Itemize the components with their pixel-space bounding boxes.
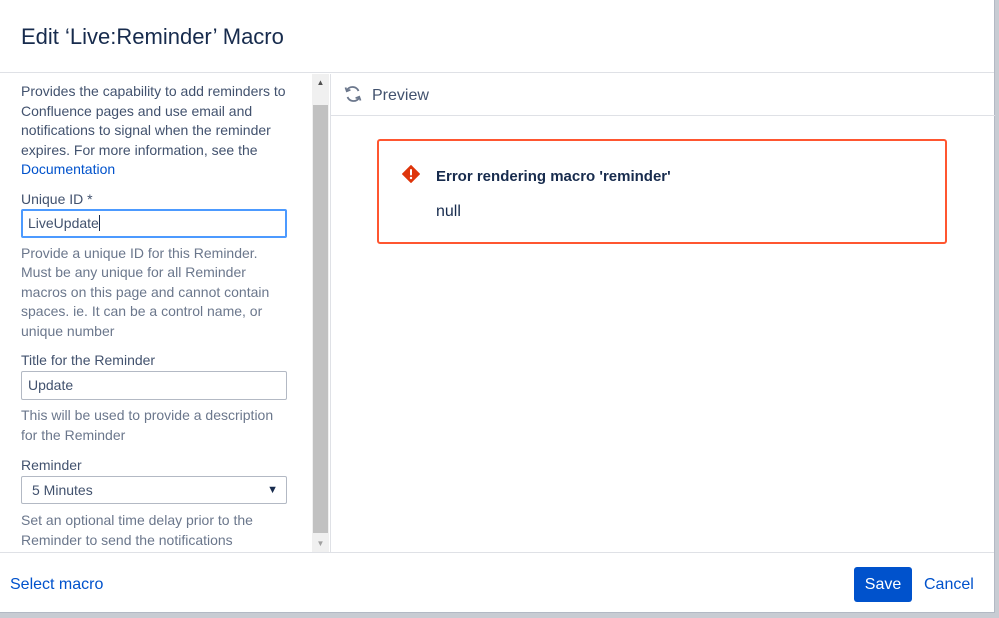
reminder-help: Set an optional time delay prior to the … bbox=[21, 512, 253, 548]
reminder-label: Reminder bbox=[21, 457, 82, 473]
reminder-selected-value: 5 Minutes bbox=[32, 482, 93, 498]
macro-description-text: Provides the capability to add reminders… bbox=[21, 83, 286, 158]
documentation-link[interactable]: Documentation bbox=[21, 161, 115, 177]
parameters-scrollbar[interactable]: ▲ ▼ bbox=[312, 74, 329, 552]
error-message: null bbox=[436, 203, 461, 220]
preview-header: Preview bbox=[331, 74, 995, 116]
refresh-icon[interactable] bbox=[343, 84, 363, 104]
save-button[interactable]: Save bbox=[854, 567, 912, 602]
unique-id-help: Provide a unique ID for this Reminder. M… bbox=[21, 244, 270, 339]
scrollbar-thumb[interactable] bbox=[313, 105, 328, 533]
text-cursor bbox=[98, 214, 100, 231]
dropdown-arrow-icon: ▼ bbox=[267, 484, 278, 496]
preview-title: Preview bbox=[372, 87, 429, 104]
macro-parameters-pane: Provides the capability to add reminders… bbox=[0, 74, 312, 552]
pane-divider bbox=[330, 74, 331, 552]
reminder-select[interactable]: 5 Minutes ▼ bbox=[21, 476, 287, 504]
title-value: Update bbox=[28, 377, 74, 393]
select-macro-link[interactable]: Select macro bbox=[10, 576, 103, 594]
unique-id-value: LiveUpdate bbox=[28, 214, 99, 231]
title-label: Title for the Reminder bbox=[21, 352, 156, 368]
scroll-up-arrow-icon[interactable]: ▲ bbox=[312, 74, 329, 91]
title-help: This will be used to provide a descripti… bbox=[21, 407, 274, 443]
error-title: Error rendering macro 'reminder' bbox=[436, 168, 671, 185]
unique-id-label: Unique ID * bbox=[21, 190, 93, 207]
error-message-panel: Error rendering macro 'reminder' null bbox=[377, 139, 947, 244]
unique-id-input[interactable]: LiveUpdate bbox=[21, 208, 287, 238]
title-input[interactable]: Update bbox=[21, 371, 287, 400]
cancel-button[interactable]: Cancel bbox=[924, 576, 974, 594]
dialog-footer: Select macro Save Cancel bbox=[0, 552, 994, 613]
scroll-down-arrow-icon[interactable]: ▼ bbox=[312, 535, 329, 552]
dialog-title: Edit ‘Live:Reminder’ Macro bbox=[21, 24, 284, 49]
dialog-header: Edit ‘Live:Reminder’ Macro bbox=[0, 0, 994, 73]
macro-dialog: Edit ‘Live:Reminder’ Macro Provides the … bbox=[0, 0, 995, 613]
error-icon bbox=[402, 165, 420, 183]
macro-description: Provides the capability to add reminders… bbox=[21, 82, 289, 180]
